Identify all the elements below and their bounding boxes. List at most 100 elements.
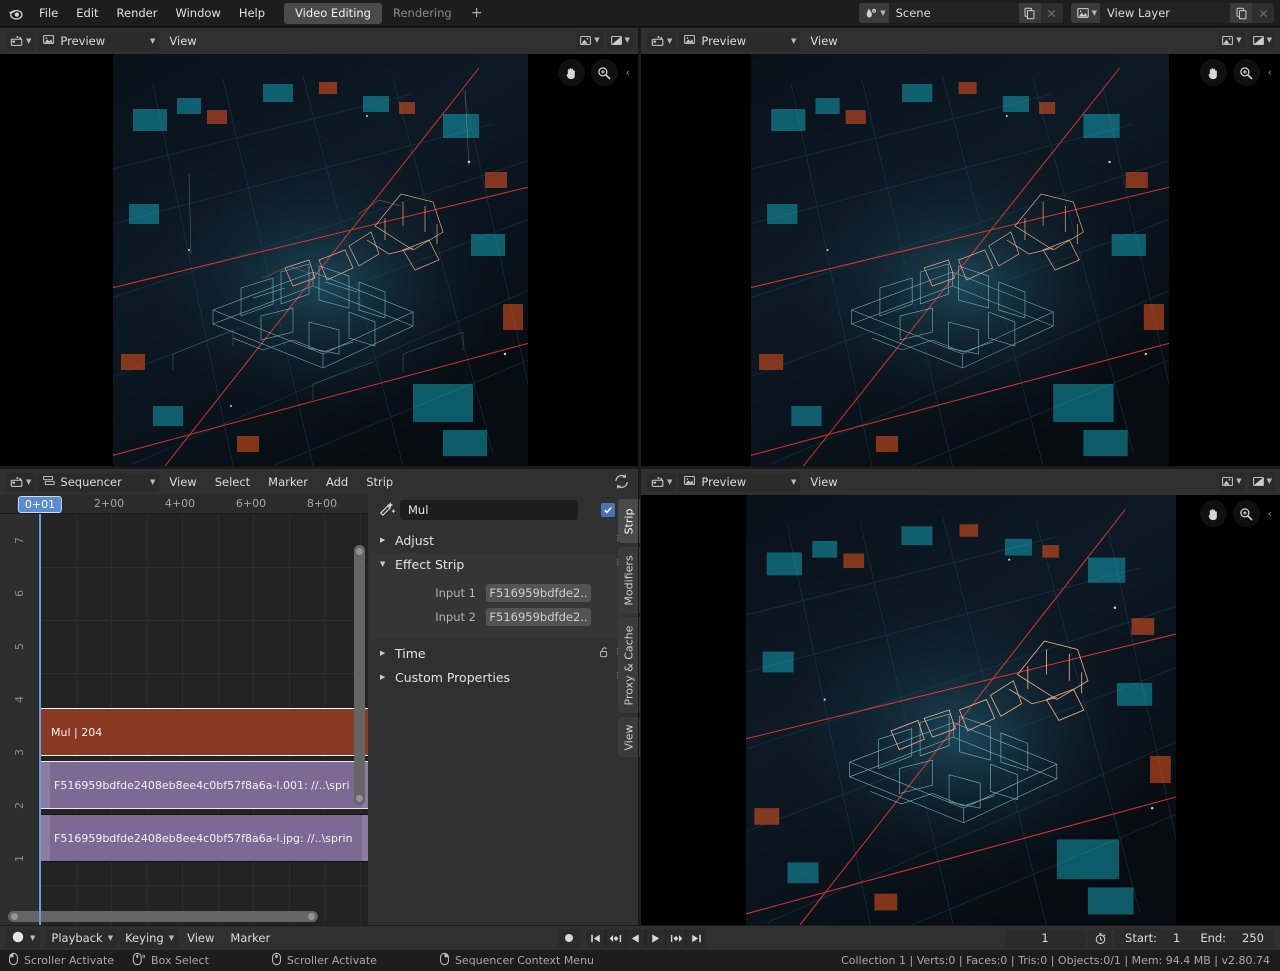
zoom-in-icon[interactable] [591, 59, 618, 86]
new-scene-button[interactable] [1019, 3, 1041, 23]
chevron-left-icon[interactable]: ‹ [1268, 507, 1272, 520]
menu-file[interactable]: File [30, 0, 67, 27]
sequencer-menu-strip[interactable]: Strip [358, 469, 401, 495]
sequencer-ruler[interactable]: 2+00 4+00 6+00 8+00 0+01 [0, 495, 368, 514]
image-display-dropdown[interactable]: ▼ [1218, 472, 1244, 491]
channel-display-dropdown[interactable]: ▼ [607, 31, 633, 50]
strip-image-001[interactable]: F516959bdfde2408eb8ee4c0bf57f8a6a-l.001:… [40, 761, 368, 809]
timeline-editor-type-button[interactable]: ▼ [6, 929, 40, 948]
view-layer-name-field[interactable]: View Layer [1100, 3, 1230, 23]
scene-icon[interactable]: ▼ [859, 3, 888, 23]
timeline-menu-marker[interactable]: Marker [222, 925, 278, 951]
pan-hand-icon[interactable] [1200, 59, 1227, 86]
next-keyframe-button[interactable] [666, 929, 686, 948]
record-button[interactable] [558, 929, 580, 948]
channel-display-dropdown[interactable]: ▼ [1249, 472, 1275, 491]
sequencer-header-right [613, 473, 630, 493]
strip-name-field[interactable]: Mul [400, 500, 578, 520]
preview-header-right: ▼ ▼ [1218, 31, 1275, 50]
panel-effect-strip[interactable]: ▼ Effect Strip ⠿⠿ [370, 553, 638, 575]
menu-window[interactable]: Window [166, 0, 229, 27]
playback-dropdown[interactable]: Playback ▼ [46, 929, 118, 948]
unlock-icon[interactable] [598, 646, 610, 661]
strip-image-jpg[interactable]: F516959bdfde2408eb8ee4c0bf57f8a6a-l.jpg:… [40, 814, 368, 862]
panel-time[interactable]: ▶ Time ⠿⠿ [370, 642, 638, 664]
editor-type-icon[interactable]: ▼ [647, 32, 676, 51]
scene-selector[interactable]: ▼ Scene [859, 3, 1062, 23]
image-display-dropdown[interactable]: ▼ [576, 31, 602, 50]
editor-split-vertical[interactable] [638, 28, 639, 925]
keying-dropdown[interactable]: Keying ▼ [120, 929, 179, 948]
jump-to-start-button[interactable] [586, 929, 606, 948]
panel-adjust[interactable]: ▶ Adjust ⠿⠿ [370, 529, 638, 551]
chevron-left-icon[interactable]: ‹ [1268, 66, 1272, 79]
sidebar-tab-view[interactable]: View [618, 717, 640, 757]
editor-type-icon[interactable]: ▼ [647, 473, 676, 492]
sequencer-menu-view[interactable]: View [161, 469, 204, 495]
chevron-left-icon[interactable]: ‹ [626, 66, 630, 79]
strip-handle-left[interactable] [41, 815, 50, 861]
sequencer-vertical-scrollbar[interactable] [354, 545, 365, 805]
menu-help[interactable]: Help [230, 0, 274, 27]
image-display-dropdown[interactable]: ▼ [1218, 31, 1244, 50]
preview-view-menu[interactable]: View [161, 28, 204, 54]
add-workspace-button[interactable]: + [463, 3, 491, 24]
preview-canvas-top-right[interactable]: ‹ [641, 54, 1280, 466]
remove-view-layer-button[interactable] [1252, 3, 1274, 23]
display-mode-dropdown[interactable]: Preview ▼ [678, 473, 800, 492]
play-button[interactable] [646, 929, 666, 948]
workspace-tab-video-editing[interactable]: Video Editing [284, 3, 382, 24]
sequencer-menu-marker[interactable]: Marker [260, 469, 316, 495]
blender-logo-icon[interactable] [0, 0, 30, 27]
start-frame-field[interactable]: Start: 1 [1115, 929, 1190, 948]
scene-name-field[interactable]: Scene [889, 3, 1019, 23]
zoom-in-icon[interactable] [1233, 500, 1260, 527]
sequencer-menu-select[interactable]: Select [207, 469, 258, 495]
strip-handle-left[interactable] [41, 762, 50, 808]
editor-split-horizontal[interactable] [0, 466, 1280, 467]
sequencer-menu-add[interactable]: Add [318, 469, 356, 495]
channel-display-dropdown[interactable]: ▼ [1249, 31, 1275, 50]
input-2-field[interactable]: F516959bdfde2.. [486, 608, 591, 626]
preview-canvas-top-left[interactable]: ‹ [0, 54, 638, 466]
sequencer-horizontal-scrollbar[interactable] [8, 911, 318, 922]
sidebar-tab-strip[interactable]: Strip [618, 499, 640, 543]
sidebar-tab-proxy-cache[interactable]: Proxy & Cache [618, 617, 640, 713]
playhead-line[interactable] [39, 514, 41, 925]
view-layer-selector[interactable]: ▼ View Layer [1071, 3, 1274, 23]
previous-keyframe-button[interactable] [606, 929, 626, 948]
unlink-scene-button[interactable] [1041, 3, 1063, 23]
jump-to-end-button[interactable] [686, 929, 706, 948]
strip-handle-right[interactable] [362, 815, 368, 861]
menu-edit[interactable]: Edit [67, 0, 107, 27]
display-mode-dropdown[interactable]: Preview ▼ [37, 32, 159, 51]
preview-canvas-bottom-right[interactable]: ‹ [641, 495, 1280, 925]
play-reverse-button[interactable] [626, 929, 646, 948]
preview-view-menu[interactable]: View [802, 469, 845, 495]
panel-custom-properties[interactable]: ▶ Custom Properties ⠿⠿ [370, 666, 638, 688]
input-1-field[interactable]: F516959bdfde2.. [486, 584, 591, 602]
sequencer-strip-area[interactable]: Mul | 204 F516959bdfde2408eb8ee4c0bf57f8… [38, 514, 368, 925]
new-view-layer-button[interactable] [1230, 3, 1252, 23]
sequencer-timeline[interactable]: 2+00 4+00 6+00 8+00 0+01 7 6 5 4 3 2 1 [0, 495, 368, 925]
playhead-frame-badge[interactable]: 0+01 [18, 496, 62, 513]
preview-view-menu[interactable]: View [802, 28, 845, 54]
zoom-in-icon[interactable] [1233, 59, 1260, 86]
strip-mute-checkbox[interactable] [601, 503, 615, 517]
strip-effect-mul[interactable]: Mul | 204 [40, 708, 368, 756]
refresh-icon[interactable] [613, 473, 630, 493]
end-frame-field[interactable]: End: 250 [1190, 929, 1274, 948]
pan-hand-icon[interactable] [1200, 500, 1227, 527]
menu-render[interactable]: Render [108, 0, 167, 27]
display-mode-dropdown[interactable]: Preview ▼ [678, 32, 800, 51]
workspace-tab-rendering[interactable]: Rendering [382, 3, 463, 24]
use-preview-range-button[interactable] [1088, 929, 1112, 948]
pan-hand-icon[interactable] [558, 59, 585, 86]
view-layer-icon[interactable]: ▼ [1071, 3, 1100, 23]
sidebar-tab-modifiers[interactable]: Modifiers [618, 547, 640, 613]
current-frame-field[interactable]: 1 [1005, 929, 1085, 948]
sequencer-view-type-dropdown[interactable]: Sequencer ▼ [37, 473, 159, 492]
timeline-menu-view[interactable]: View [179, 925, 222, 951]
editor-type-icon[interactable]: ▼ [6, 473, 35, 492]
editor-type-icon[interactable]: ▼ [6, 32, 35, 51]
